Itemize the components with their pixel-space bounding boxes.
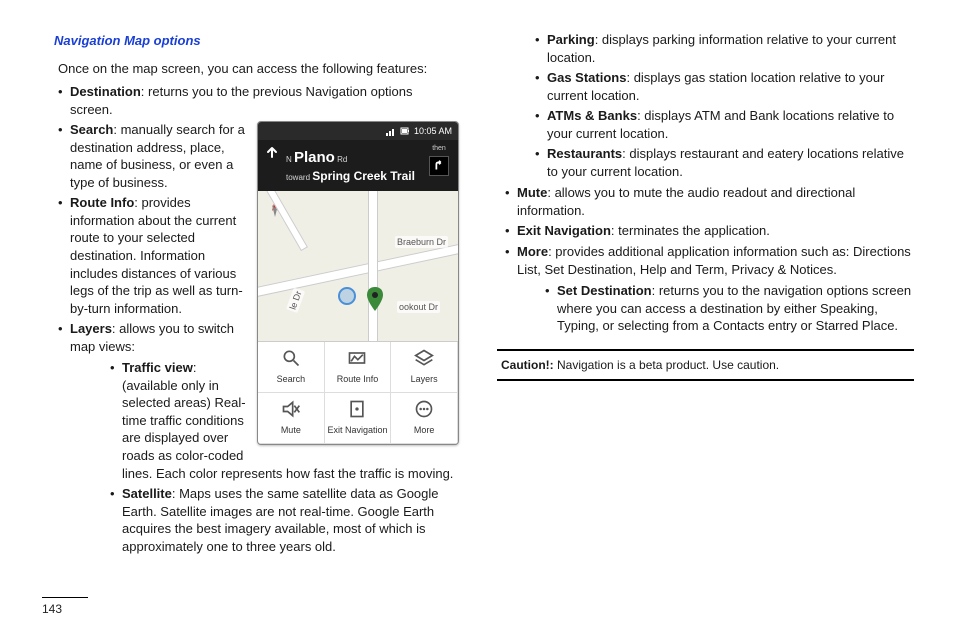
options-list-wrapped: Search: manually search for a destinatio…	[58, 121, 457, 355]
text-parking: : displays parking information relative …	[547, 32, 896, 65]
label-destination: Destination	[70, 84, 141, 99]
label-exit: Exit Navigation	[517, 223, 611, 238]
left-column: Navigation Map options Once on the map s…	[40, 28, 457, 559]
label-search: Search	[70, 122, 113, 137]
section-heading: Navigation Map options	[54, 32, 457, 50]
text-exit: : terminates the application.	[611, 223, 770, 238]
sub-set-destination: Set Destination: returns you to the navi…	[545, 282, 914, 335]
layers-sublist: Traffic view: (available only in selecte…	[110, 359, 457, 555]
label-atms: ATMs & Banks	[547, 108, 637, 123]
label-satellite: Satellite	[122, 486, 172, 501]
sub-atms: ATMs & Banks: displays ATM and Bank loca…	[535, 107, 914, 142]
label-mute: Mute	[517, 185, 547, 200]
options-list-top: Destination: returns you to the previous…	[58, 83, 457, 118]
label-parking: Parking	[547, 32, 595, 47]
right-sublist: Parking: displays parking information re…	[535, 31, 914, 180]
label-layers: Layers	[70, 321, 112, 336]
option-more: More: provides additional application in…	[505, 243, 914, 278]
sub-gas: Gas Stations: displays gas station locat…	[535, 69, 914, 104]
label-setdest: Set Destination	[557, 283, 652, 298]
sub-restaurants: Restaurants: displays restaurant and eat…	[535, 145, 914, 180]
label-gas: Gas Stations	[547, 70, 626, 85]
option-mute: Mute: allows you to mute the audio reado…	[505, 184, 914, 219]
sub-traffic: Traffic view: (available only in selecte…	[110, 359, 457, 482]
sub-satellite: Satellite: Maps uses the same satellite …	[110, 485, 457, 555]
text-more: : provides additional application inform…	[517, 244, 911, 277]
intro-text: Once on the map screen, you can access t…	[58, 60, 457, 78]
right-main-list: Mute: allows you to mute the audio reado…	[505, 184, 914, 278]
page-number: 143	[42, 597, 88, 616]
option-destination: Destination: returns you to the previous…	[58, 83, 457, 118]
option-search: Search: manually search for a destinatio…	[58, 121, 457, 191]
manual-page: Navigation Map options Once on the map s…	[0, 0, 954, 636]
more-sublist: Set Destination: returns you to the navi…	[545, 282, 914, 335]
text-mute: : allows you to mute the audio readout a…	[517, 185, 855, 218]
caution-label: Caution!:	[501, 358, 554, 372]
caution-text: Navigation is a beta product. Use cautio…	[554, 358, 779, 372]
option-route-info: Route Info: provides information about t…	[58, 194, 457, 317]
text-traffic: : (available only in selected areas) Rea…	[122, 360, 453, 480]
caution-note: Caution!: Navigation is a beta product. …	[497, 349, 914, 381]
label-traffic: Traffic view	[122, 360, 193, 375]
option-exit: Exit Navigation: terminates the applicat…	[505, 222, 914, 240]
two-column-layout: Navigation Map options Once on the map s…	[40, 28, 914, 559]
option-layers: Layers: allows you to switch map views:	[58, 320, 457, 355]
sub-parking: Parking: displays parking information re…	[535, 31, 914, 66]
right-column: Parking: displays parking information re…	[497, 28, 914, 559]
text-routeinfo: : provides information about the current…	[70, 195, 243, 315]
label-restaurants: Restaurants	[547, 146, 622, 161]
label-more: More	[517, 244, 548, 259]
label-routeinfo: Route Info	[70, 195, 134, 210]
